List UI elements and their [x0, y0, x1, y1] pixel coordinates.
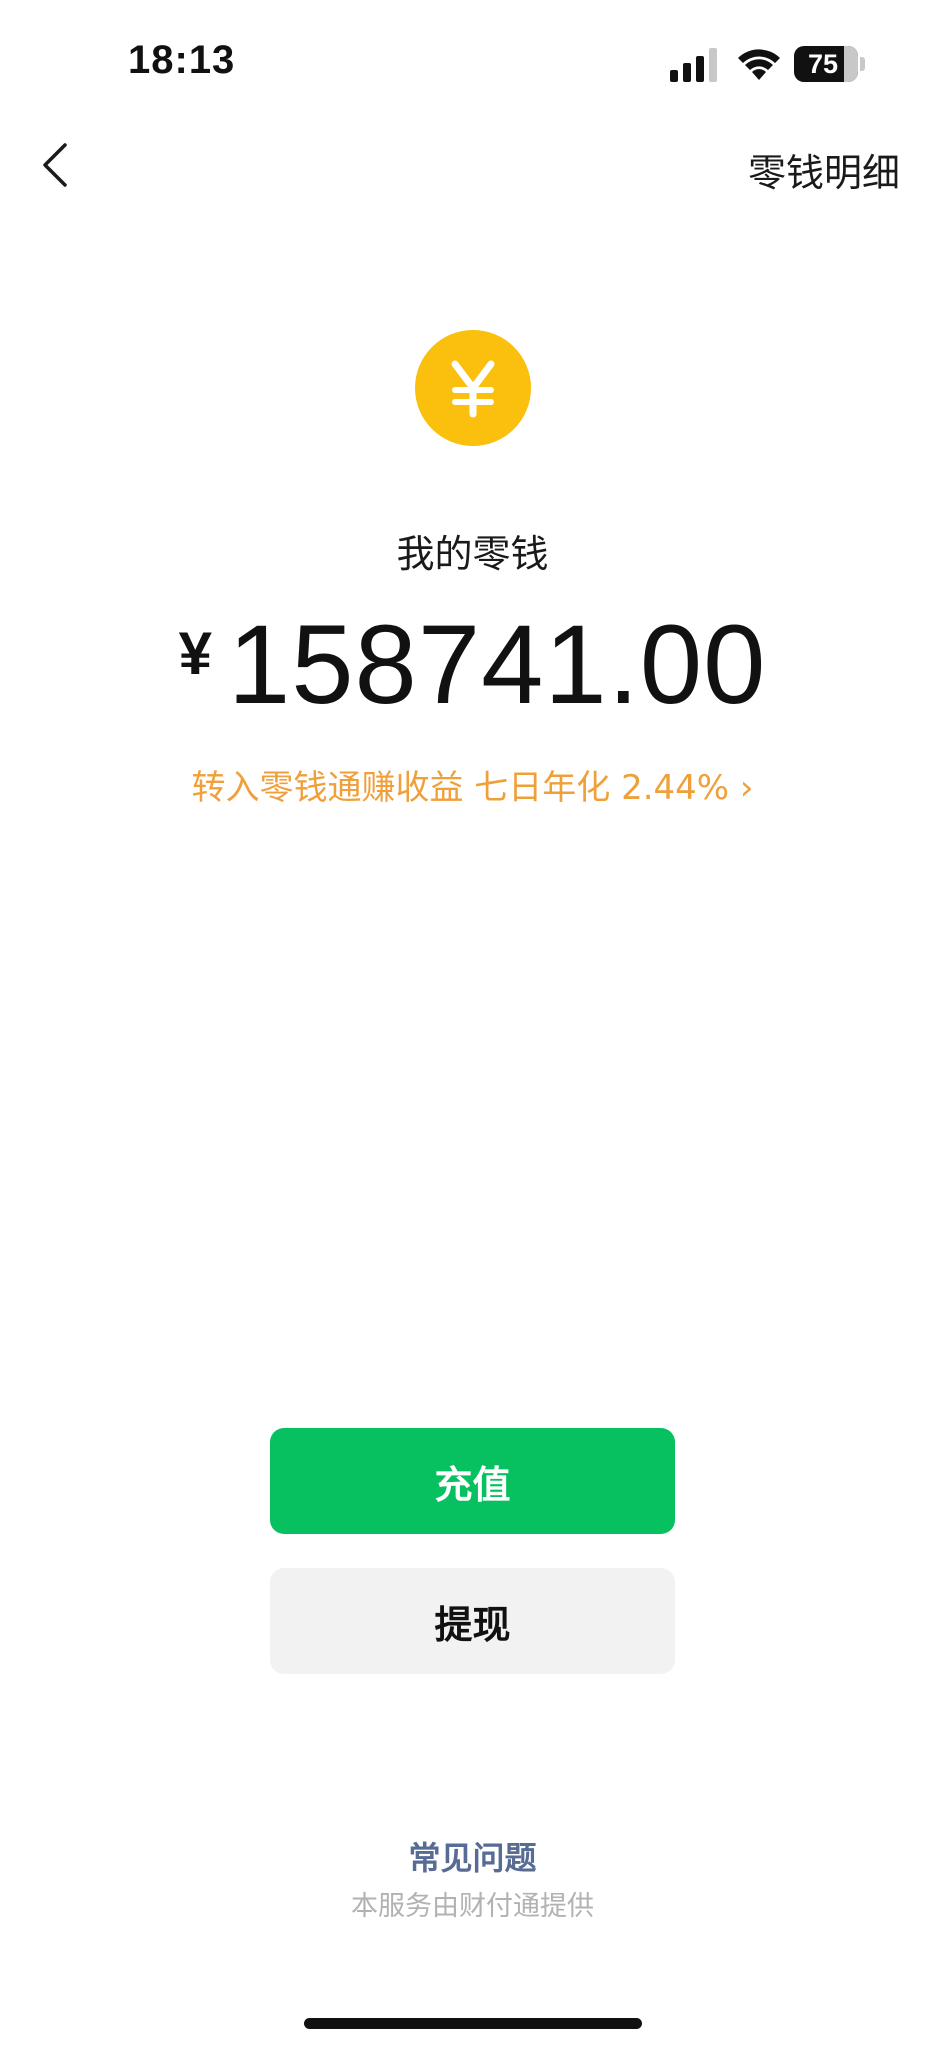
- balance-amount: 158741.00: [227, 602, 767, 727]
- cellular-signal-icon: [670, 48, 717, 82]
- battery-tip: [860, 57, 865, 71]
- back-button[interactable]: [30, 135, 80, 195]
- balance-detail-link[interactable]: 零钱明细: [748, 142, 900, 197]
- faq-link[interactable]: 常见问题: [0, 1833, 945, 1879]
- currency-symbol: ¥: [178, 620, 212, 687]
- yuan-symbol-icon: [451, 360, 495, 418]
- yuan-coin-icon: [415, 330, 531, 446]
- withdraw-button[interactable]: 提现: [270, 1568, 675, 1674]
- battery-icon: 75: [794, 46, 858, 82]
- wifi-icon: [738, 49, 780, 80]
- chevron-left-icon: [43, 143, 67, 187]
- status-time: 18:13: [128, 38, 236, 82]
- status-bar: 18:13 75: [0, 0, 945, 130]
- balance-title: 我的零钱: [396, 532, 549, 576]
- interest-promo-link[interactable]: 转入零钱通赚收益 七日年化 2.44% ›: [0, 760, 945, 809]
- recharge-button[interactable]: 充值: [270, 1428, 675, 1534]
- balance-amount-row: ¥158741.00: [0, 605, 945, 725]
- service-provider-note: 本服务由财付通提供: [351, 1891, 594, 1922]
- battery-level: 75: [807, 49, 839, 79]
- home-indicator[interactable]: [304, 2018, 642, 2029]
